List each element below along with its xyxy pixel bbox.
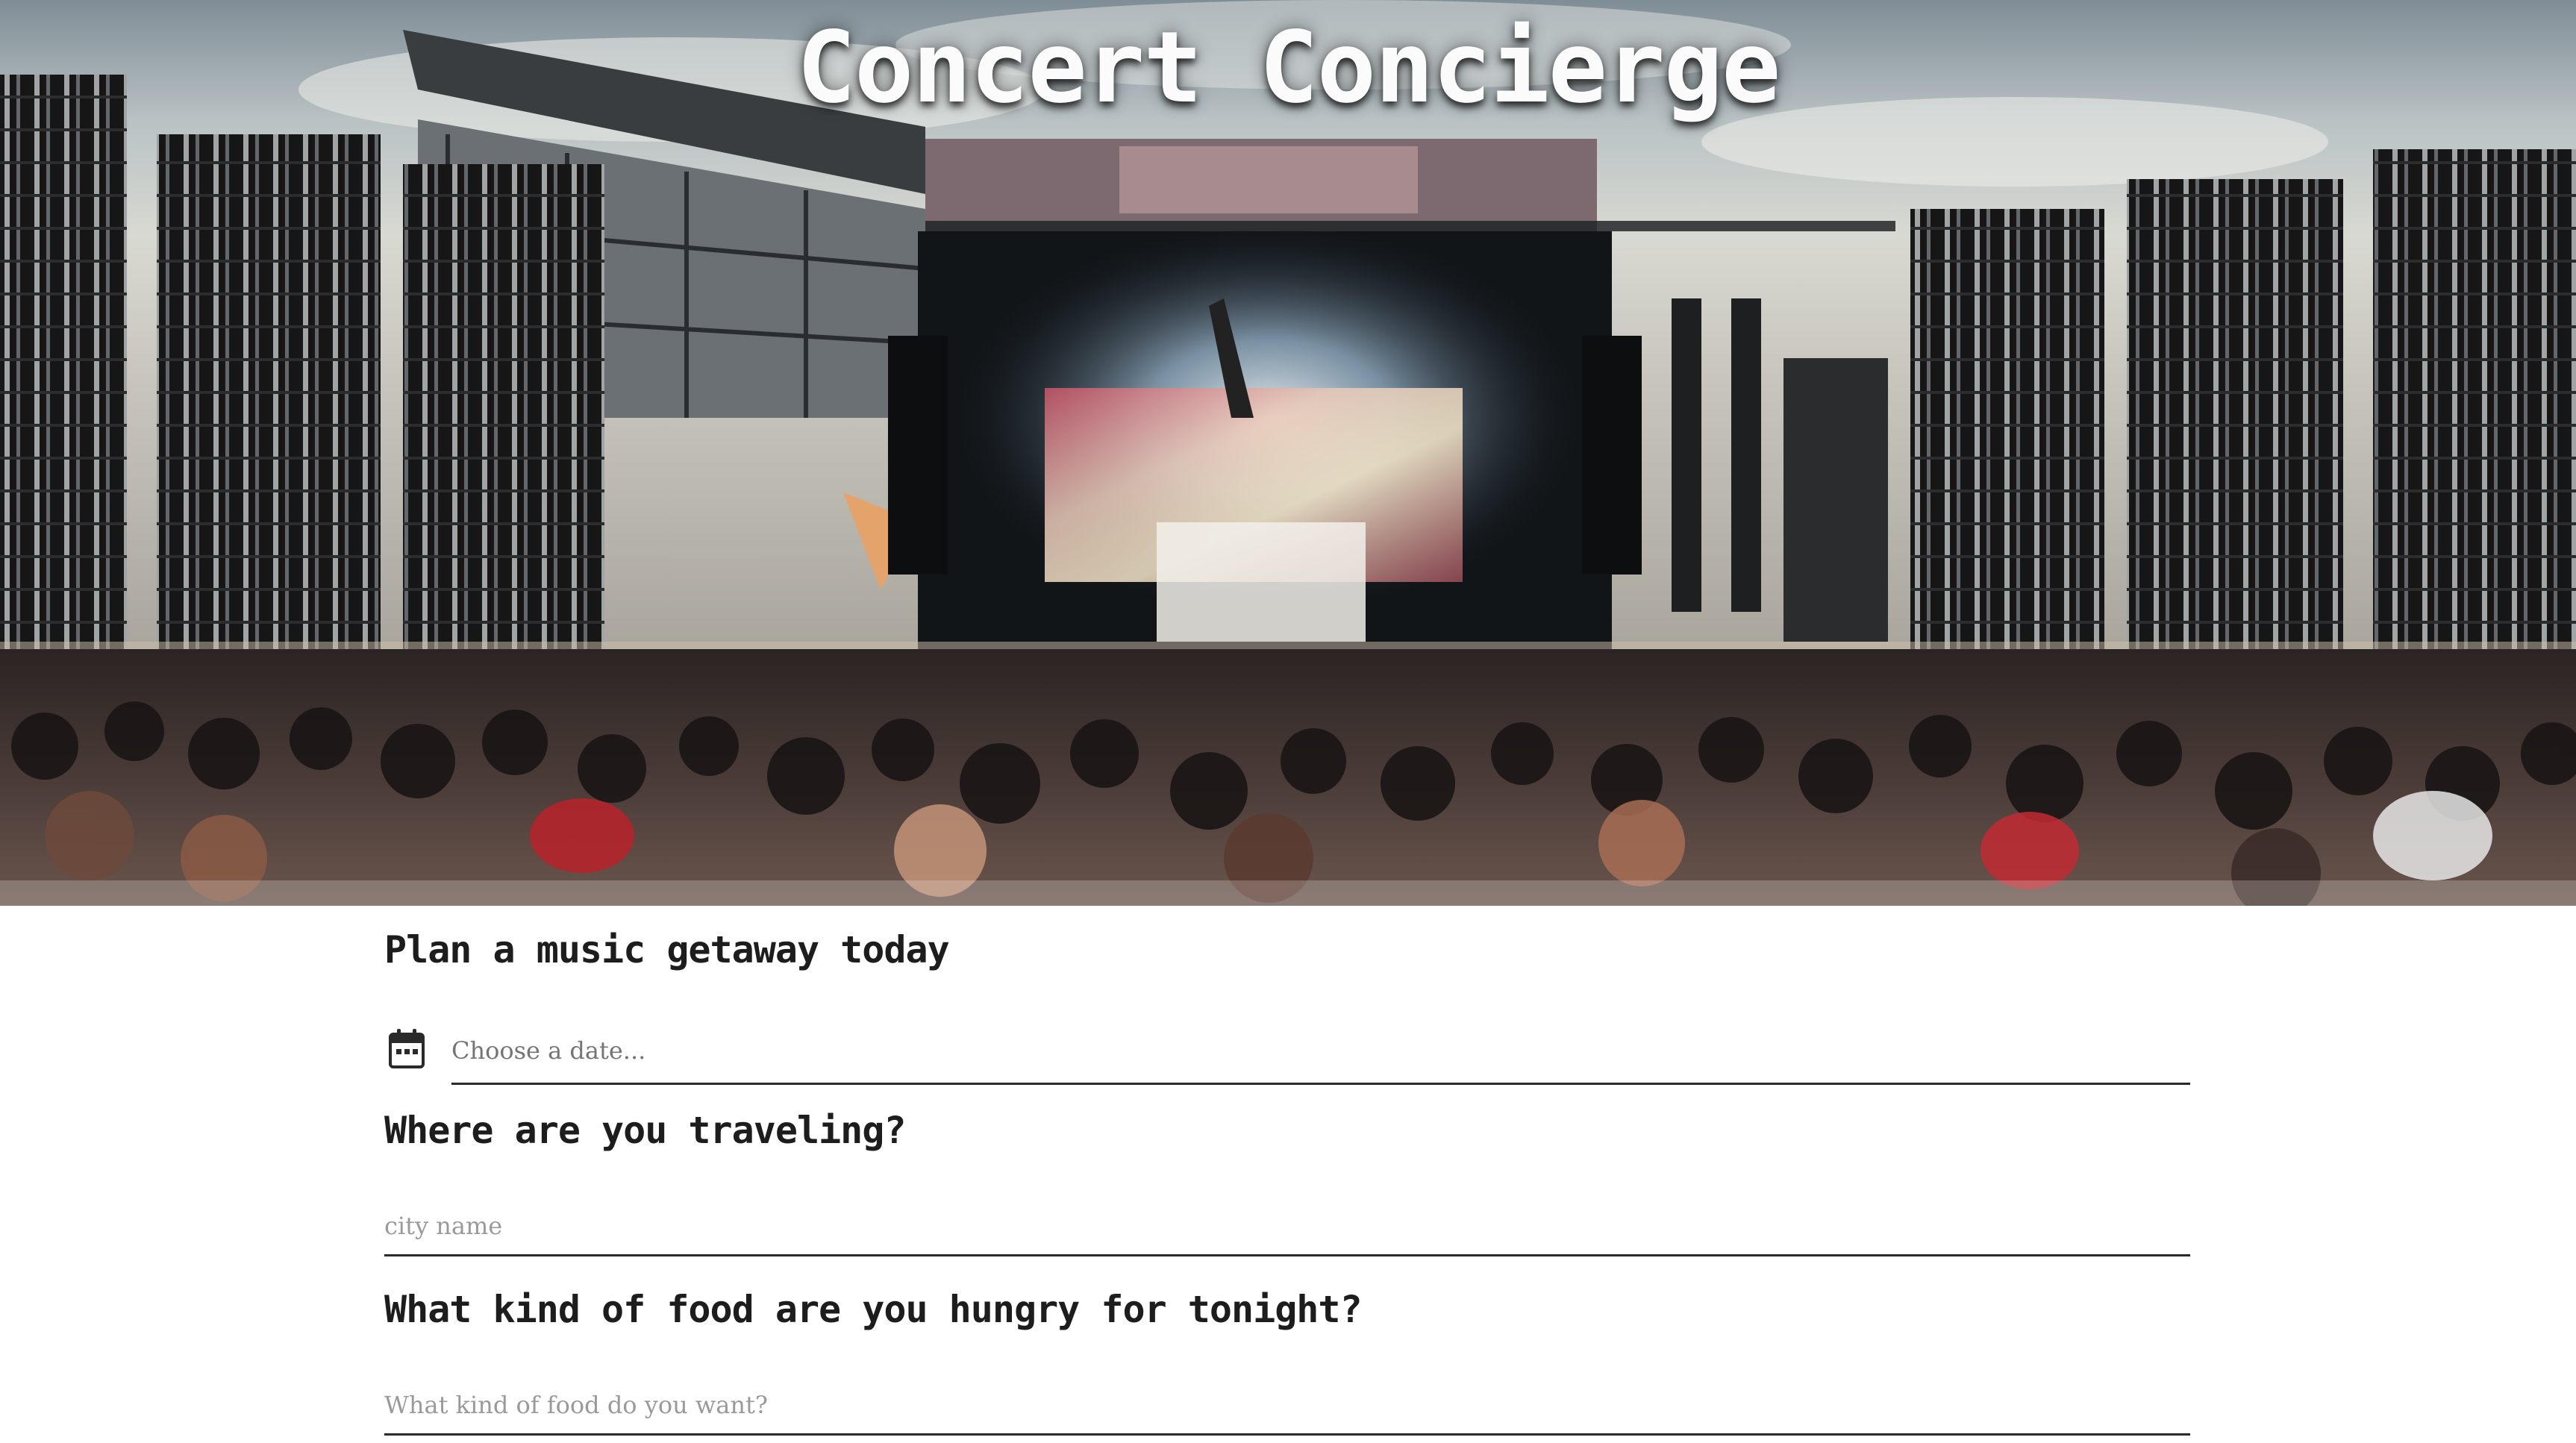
calendar-icon[interactable]: [389, 1028, 425, 1068]
form-heading: Plan a music getaway today: [384, 928, 950, 971]
date-picker[interactable]: [384, 1018, 2190, 1085]
food-question: What kind of food are you hungry for ton…: [384, 1288, 1363, 1331]
app-title: Concert Concierge: [796, 10, 1781, 125]
city-question: Where are you traveling?: [384, 1109, 906, 1152]
date-input[interactable]: [451, 1018, 2190, 1085]
hero-banner: Concert Concierge: [0, 0, 2576, 906]
food-input[interactable]: [384, 1376, 2190, 1436]
concert-photo: [0, 0, 2576, 906]
city-input[interactable]: [384, 1197, 2190, 1256]
